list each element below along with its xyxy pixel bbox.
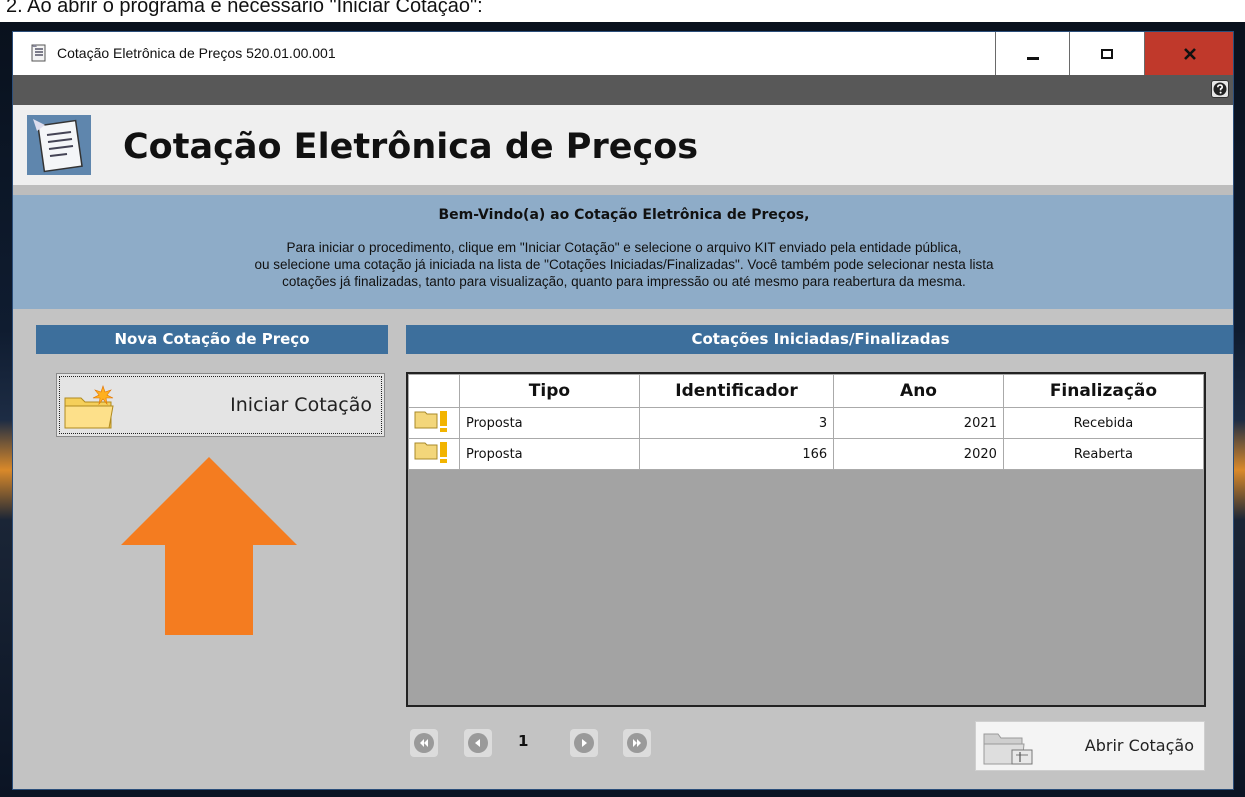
cell-identificador: 3 bbox=[638, 407, 835, 439]
close-icon bbox=[1184, 47, 1196, 60]
previous-page-button[interactable] bbox=[464, 729, 492, 757]
title-bar[interactable]: Cotação Eletrônica de Preços 520.01.00.0… bbox=[13, 32, 1233, 75]
folder-alert-icon bbox=[414, 411, 447, 432]
cell-finalizacao: Recebida bbox=[1002, 407, 1205, 439]
column-header-tipo[interactable]: Tipo bbox=[458, 374, 640, 408]
application-window: Cotação Eletrônica de Preços 520.01.00.0… bbox=[12, 31, 1234, 790]
cell-tipo: Proposta bbox=[458, 438, 640, 470]
welcome-title: Bem-Vindo(a) ao Cotação Eletrônica de Pr… bbox=[438, 207, 810, 223]
welcome-text: Para iniciar o procedimento, clique em "… bbox=[13, 239, 1233, 290]
welcome-banner: Bem-Vindo(a) ao Cotação Eletrônica de Pr… bbox=[13, 195, 1233, 309]
close-button[interactable] bbox=[1145, 32, 1233, 75]
column-header-identificador[interactable]: Identificador bbox=[638, 374, 835, 408]
iniciar-cotacao-button[interactable]: Iniciar Cotação bbox=[56, 373, 385, 437]
column-header-finalizacao[interactable]: Finalização bbox=[1002, 374, 1205, 408]
page-title: Cotação Eletrônica de Preços bbox=[123, 127, 699, 167]
table-row[interactable]: Proposta 3 2021 Recebida bbox=[408, 407, 1205, 439]
maximize-icon bbox=[1101, 48, 1113, 59]
document-text: 2. Ao abrir o programa é necessário "Ini… bbox=[6, 0, 483, 17]
next-page-button[interactable] bbox=[570, 729, 598, 757]
quotes-table: Tipo Identificador Ano Finalização Propo… bbox=[406, 372, 1206, 707]
abrir-cotacao-label: Abrir Cotação bbox=[1084, 736, 1194, 755]
abrir-cotacao-button[interactable]: Abrir Cotação bbox=[975, 721, 1205, 771]
welcome-line: cotações já finalizadas, tanto para visu… bbox=[282, 274, 966, 289]
cell-finalizacao: Reaberta bbox=[1002, 438, 1205, 470]
folder-alert-icon bbox=[414, 442, 447, 463]
table-header-row: Tipo Identificador Ano Finalização bbox=[408, 374, 1205, 408]
maximize-button[interactable] bbox=[1070, 32, 1145, 75]
divider bbox=[13, 185, 1233, 195]
last-page-button[interactable] bbox=[623, 729, 651, 757]
document-list-icon bbox=[31, 44, 46, 62]
cell-ano: 2020 bbox=[833, 438, 1004, 470]
minimize-button[interactable] bbox=[995, 32, 1070, 75]
table-row[interactable]: Proposta 166 2020 Reaberta bbox=[408, 438, 1205, 470]
page-number: 1 bbox=[518, 732, 529, 750]
row-icon-cell bbox=[408, 407, 460, 439]
previous-page-icon bbox=[468, 733, 488, 753]
first-page-button[interactable] bbox=[410, 729, 438, 757]
welcome-line: ou selecione uma cotação já iniciada na … bbox=[254, 257, 994, 272]
new-quote-panel-header: Nova Cotação de Preço bbox=[36, 325, 388, 354]
new-folder-icon bbox=[64, 385, 114, 429]
document-form-icon bbox=[27, 115, 91, 175]
iniciar-cotacao-label: Iniciar Cotação bbox=[230, 394, 372, 416]
first-page-icon bbox=[414, 733, 434, 753]
quotes-panel-header: Cotações Iniciadas/Finalizadas bbox=[406, 325, 1233, 354]
question-mark-icon bbox=[1213, 82, 1227, 96]
column-header-ano[interactable]: Ano bbox=[833, 374, 1004, 408]
column-header-icon bbox=[408, 374, 460, 408]
help-icon[interactable] bbox=[1211, 80, 1229, 98]
open-folder-icon bbox=[983, 733, 1033, 765]
minimize-icon bbox=[1026, 56, 1039, 60]
app-header: Cotação Eletrônica de Preços bbox=[13, 105, 1233, 185]
cell-identificador: 166 bbox=[638, 438, 835, 470]
window-title: Cotação Eletrônica de Preços 520.01.00.0… bbox=[57, 45, 336, 61]
row-icon-cell bbox=[408, 438, 460, 470]
welcome-line: Para iniciar o procedimento, clique em "… bbox=[286, 240, 962, 255]
cell-tipo: Proposta bbox=[458, 407, 640, 439]
cell-ano: 2021 bbox=[833, 407, 1004, 439]
toolbar-strip bbox=[13, 75, 1233, 105]
next-page-icon bbox=[574, 733, 594, 753]
up-arrow-icon bbox=[121, 457, 297, 635]
last-page-icon bbox=[627, 733, 647, 753]
